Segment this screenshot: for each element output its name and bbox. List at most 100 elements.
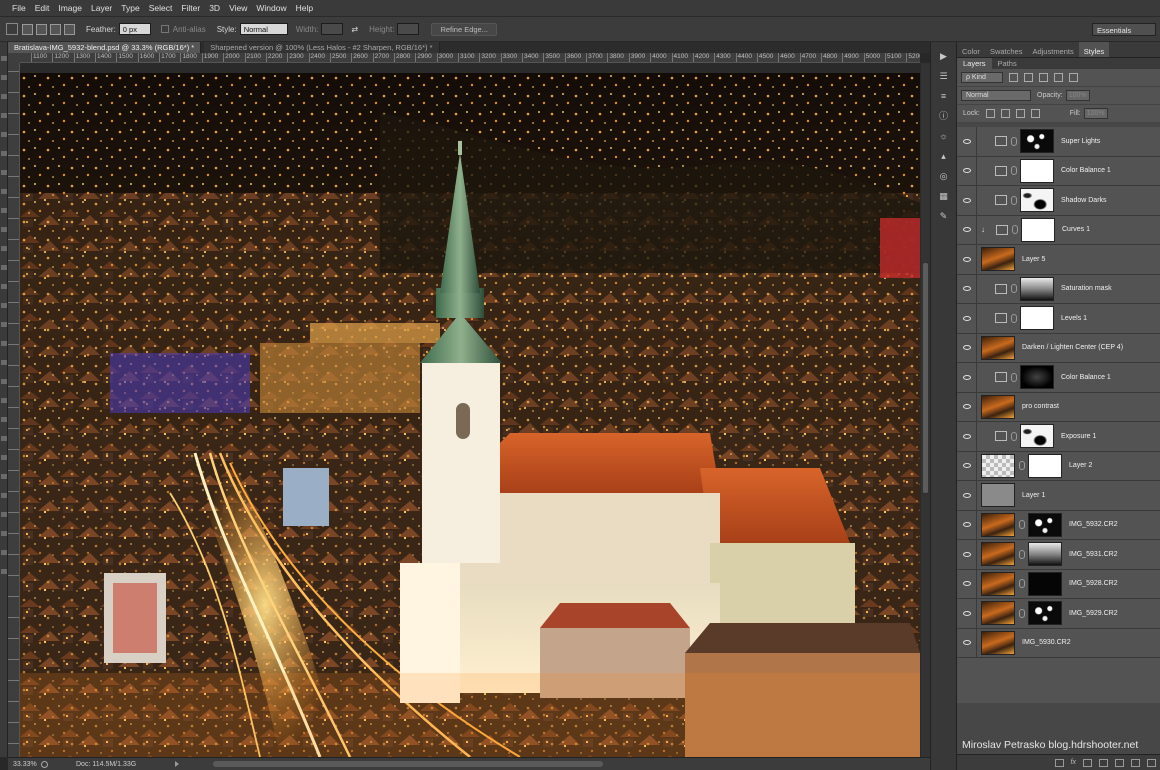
layer-name[interactable]: IMG_5930.CR2 <box>1022 639 1071 646</box>
mask-link-icon[interactable] <box>1019 608 1025 618</box>
layer-thumbnail[interactable] <box>981 453 1015 478</box>
height-input[interactable] <box>397 23 420 35</box>
shape-filter-icon[interactable] <box>1054 73 1063 82</box>
document-canvas[interactable] <box>20 63 930 757</box>
vertical-scrollbar[interactable] <box>921 63 930 757</box>
visibility-eye-icon[interactable] <box>957 274 977 304</box>
tool-button-icon[interactable] <box>1 113 7 118</box>
visibility-eye-icon[interactable] <box>957 244 977 274</box>
layer-row[interactable]: IMG_5930.CR2 <box>957 628 1160 658</box>
tab-layers[interactable]: Layers <box>957 58 992 69</box>
swatch-icon[interactable]: ▦ <box>937 191 950 202</box>
layer-name[interactable]: Color Balance 1 <box>1061 167 1111 174</box>
pixel-filter-icon[interactable] <box>1009 73 1018 82</box>
layer-row[interactable]: IMG_5932.CR2 <box>957 510 1160 540</box>
tab-paths[interactable]: Paths <box>992 58 1023 69</box>
blend-mode-dropdown[interactable]: Normal <box>961 90 1031 101</box>
histogram-icon[interactable]: ▴ <box>937 151 950 162</box>
workspace-dropdown[interactable]: Essentials <box>1092 23 1156 36</box>
tool-button-icon[interactable] <box>1 189 7 194</box>
layer-row[interactable]: Layer 1 <box>957 480 1160 511</box>
visibility-eye-icon[interactable] <box>957 569 977 599</box>
mask-link-icon[interactable] <box>1011 166 1017 176</box>
city-night-photo[interactable] <box>20 73 920 757</box>
trash-icon[interactable] <box>1147 758 1156 767</box>
visibility-eye-icon[interactable] <box>957 628 977 658</box>
layer-name[interactable]: IMG_5932.CR2 <box>1069 521 1118 528</box>
curves-icon[interactable] <box>995 195 1007 206</box>
layer-row[interactable]: Shadow Darks <box>957 185 1160 216</box>
menu-edit[interactable]: Edit <box>35 3 50 13</box>
style-dropdown[interactable]: Normal <box>239 23 288 35</box>
tool-button-icon[interactable] <box>1 436 7 441</box>
history-icon[interactable]: ☰ <box>937 71 950 82</box>
type-filter-icon[interactable] <box>1039 73 1048 82</box>
layer-row[interactable]: Darken / Lighten Center (CEP 4) <box>957 333 1160 363</box>
fill-input[interactable]: 100% <box>1083 108 1108 119</box>
menu-select[interactable]: Select <box>149 3 173 13</box>
tool-button-icon[interactable] <box>1 246 7 251</box>
new-layer-icon[interactable] <box>1131 758 1140 767</box>
channels-icon[interactable]: ◎ <box>937 171 950 182</box>
layer-mask-thumbnail[interactable] <box>1028 601 1062 626</box>
layer-row[interactable]: IMG_5931.CR2 <box>957 539 1160 570</box>
horizontal-scrollbar[interactable] <box>213 761 603 767</box>
layer-row[interactable]: Color Balance 1 <box>957 156 1160 186</box>
tool-button-icon[interactable] <box>1 265 7 270</box>
visibility-eye-icon[interactable] <box>957 451 977 481</box>
tool-button-icon[interactable] <box>1 132 7 137</box>
smart-filter-icon[interactable] <box>1069 73 1078 82</box>
brush-icon[interactable]: ✎ <box>937 211 950 222</box>
layer-row[interactable]: Levels 1 <box>957 303 1160 334</box>
zoom-level[interactable]: 33.33% <box>13 761 41 768</box>
mask-link-icon[interactable] <box>1011 313 1017 323</box>
menu-file[interactable]: File <box>12 3 26 13</box>
layer-mask-thumbnail[interactable] <box>1028 571 1062 596</box>
menu-filter[interactable]: Filter <box>181 3 200 13</box>
huesat-icon[interactable] <box>995 283 1007 294</box>
refine-edge-button[interactable]: Refine Edge... <box>431 22 497 36</box>
layer-name[interactable]: Layer 1 <box>1022 492 1045 499</box>
tool-button-icon[interactable] <box>1 151 7 156</box>
tool-button-icon[interactable] <box>1 227 7 232</box>
mask-link-icon[interactable] <box>1011 284 1017 294</box>
visibility-eye-icon[interactable] <box>957 362 977 392</box>
visibility-eye-icon[interactable] <box>957 539 977 569</box>
layer-thumbnail[interactable] <box>981 247 1015 272</box>
menu-type[interactable]: Type <box>121 3 139 13</box>
layer-thumbnail[interactable] <box>981 512 1015 537</box>
intersect-selection-icon[interactable] <box>64 23 75 35</box>
tab-color[interactable]: Color <box>957 42 985 57</box>
layer-mask-thumbnail[interactable] <box>1028 512 1062 537</box>
adjustment-filter-icon[interactable] <box>1024 73 1033 82</box>
tool-button-icon[interactable] <box>1 360 7 365</box>
tab-styles[interactable]: Styles <box>1078 42 1110 57</box>
layer-mask-thumbnail[interactable] <box>1020 276 1054 301</box>
mask-link-icon[interactable] <box>1019 461 1025 471</box>
tool-button-icon[interactable] <box>1 512 7 517</box>
tool-button-icon[interactable] <box>1 56 7 61</box>
tool-button-icon[interactable] <box>1 75 7 80</box>
layer-row[interactable]: IMG_5928.CR2 <box>957 569 1160 599</box>
layer-mask-thumbnail[interactable] <box>1020 188 1054 213</box>
mask-link-icon[interactable] <box>1012 225 1018 235</box>
add-selection-icon[interactable] <box>36 23 47 35</box>
new-adjustment-icon[interactable] <box>1099 758 1108 767</box>
lock-image-icon[interactable] <box>1000 109 1010 118</box>
layer-thumbnail[interactable] <box>981 394 1015 419</box>
tool-button-icon[interactable] <box>1 569 7 574</box>
layer-name[interactable]: Darken / Lighten Center (CEP 4) <box>1022 344 1123 351</box>
marquee-tool-icon[interactable] <box>6 23 18 35</box>
layer-name[interactable]: Color Balance 1 <box>1061 374 1111 381</box>
layer-name[interactable]: Layer 5 <box>1022 256 1045 263</box>
layer-mask-thumbnail[interactable] <box>1021 217 1055 242</box>
menu-3d[interactable]: 3D <box>209 3 220 13</box>
visibility-eye-icon[interactable] <box>957 510 977 540</box>
tool-button-icon[interactable] <box>1 455 7 460</box>
tool-button-icon[interactable] <box>1 284 7 289</box>
layer-name[interactable]: Layer 2 <box>1069 462 1092 469</box>
mask-link-icon[interactable] <box>1019 549 1025 559</box>
info-icon[interactable]: ⓘ <box>937 111 950 122</box>
layer-name[interactable]: IMG_5931.CR2 <box>1069 551 1118 558</box>
properties-icon[interactable]: ≡ <box>937 91 950 102</box>
